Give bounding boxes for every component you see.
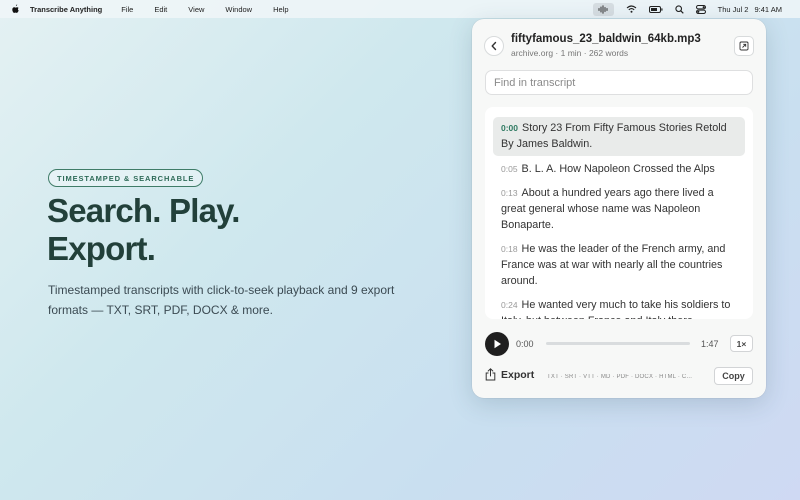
segment-timestamp: 0:13: [501, 188, 518, 198]
apple-icon[interactable]: [11, 4, 20, 14]
menubar-date[interactable]: Thu Jul 2: [718, 5, 749, 14]
playback-speed-button[interactable]: 1×: [730, 335, 753, 352]
open-external-icon: [739, 41, 749, 51]
segment-timestamp: 0:24: [501, 300, 518, 310]
search-icon[interactable]: [674, 4, 684, 14]
play-icon: [494, 339, 501, 349]
transcript-segment[interactable]: 0:13 About a hundred years ago there live…: [493, 182, 745, 237]
wifi-icon[interactable]: [626, 5, 637, 13]
transcript-segment[interactable]: 0:00 Story 23 From Fifty Famous Stories R…: [493, 117, 745, 156]
chevron-left-icon: [491, 41, 497, 51]
hero-headline: Search. Play. Export.: [47, 192, 240, 268]
menu-file[interactable]: File: [121, 5, 133, 14]
segment-text: Story 23 From Fifty Famous Stories Retol…: [501, 122, 727, 150]
battery-icon[interactable]: [648, 5, 663, 13]
transcript-search-input[interactable]: [485, 70, 753, 95]
play-button[interactable]: [485, 332, 509, 356]
back-button[interactable]: [484, 36, 504, 56]
transcript-segment[interactable]: 0:24 He wanted very much to take his sold…: [493, 294, 745, 319]
headline-line-2: Export.: [47, 230, 156, 267]
segment-timestamp: 0:00: [501, 123, 519, 133]
hero-subtext: Timestamped transcripts with click-to-se…: [48, 283, 395, 317]
segment-text: He was the leader of the French army, an…: [501, 243, 726, 287]
file-meta: archive.org · 1 min · 262 words: [511, 48, 629, 58]
segment-text: About a hundred years ago there lived a …: [501, 187, 714, 231]
export-row: Export TXT · SRT · VTT · MD · PDF · DOCX…: [485, 366, 753, 388]
file-title: fiftyfamous_23_baldwin_64kb.mp3: [511, 33, 701, 45]
segment-timestamp: 0:18: [501, 244, 518, 254]
transcript-segment[interactable]: 0:05 B. L. A. How Napoleon Crossed the Al…: [493, 158, 745, 181]
menu-window[interactable]: Window: [225, 5, 252, 14]
copy-button[interactable]: Copy: [714, 367, 753, 385]
segment-text: He wanted very much to take his soldiers…: [501, 299, 731, 319]
open-external-button[interactable]: [734, 36, 754, 56]
menu-help[interactable]: Help: [273, 5, 288, 14]
current-time: 0:00: [516, 339, 534, 349]
transcript-list[interactable]: 0:00 Story 23 From Fifty Famous Stories R…: [485, 107, 753, 319]
segment-text: B. L. A. How Napoleon Crossed the Alps: [521, 163, 715, 175]
duration: 1:47: [701, 339, 719, 349]
export-button[interactable]: Export: [485, 368, 534, 381]
transcript-segment[interactable]: 0:18 He was the leader of the French army…: [493, 238, 745, 293]
menu-edit[interactable]: Edit: [154, 5, 167, 14]
playback-scrubber[interactable]: [546, 342, 690, 345]
menubar-time[interactable]: 9:41 AM: [754, 5, 782, 14]
waveform-icon[interactable]: [592, 2, 614, 16]
export-label: Export: [501, 368, 535, 381]
menu-view[interactable]: View: [188, 5, 204, 14]
app-name-menu[interactable]: Transcribe Anything: [30, 5, 102, 14]
menu-bar: Transcribe Anything File Edit View Windo…: [0, 0, 800, 18]
audio-player: 0:00 1:47 1×: [485, 331, 753, 357]
export-formats: TXT · SRT · VTT · MD · PDF · DOCX · HTML…: [547, 374, 693, 380]
segment-timestamp: 0:05: [501, 164, 518, 174]
feature-badge: TIMESTAMPED & SEARCHABLE: [48, 169, 204, 187]
headline-line-1: Search. Play.: [47, 192, 240, 229]
share-icon: [485, 368, 496, 381]
transcript-panel: fiftyfamous_23_baldwin_64kb.mp3 archive.…: [472, 19, 766, 398]
control-center-icon[interactable]: [695, 4, 706, 14]
